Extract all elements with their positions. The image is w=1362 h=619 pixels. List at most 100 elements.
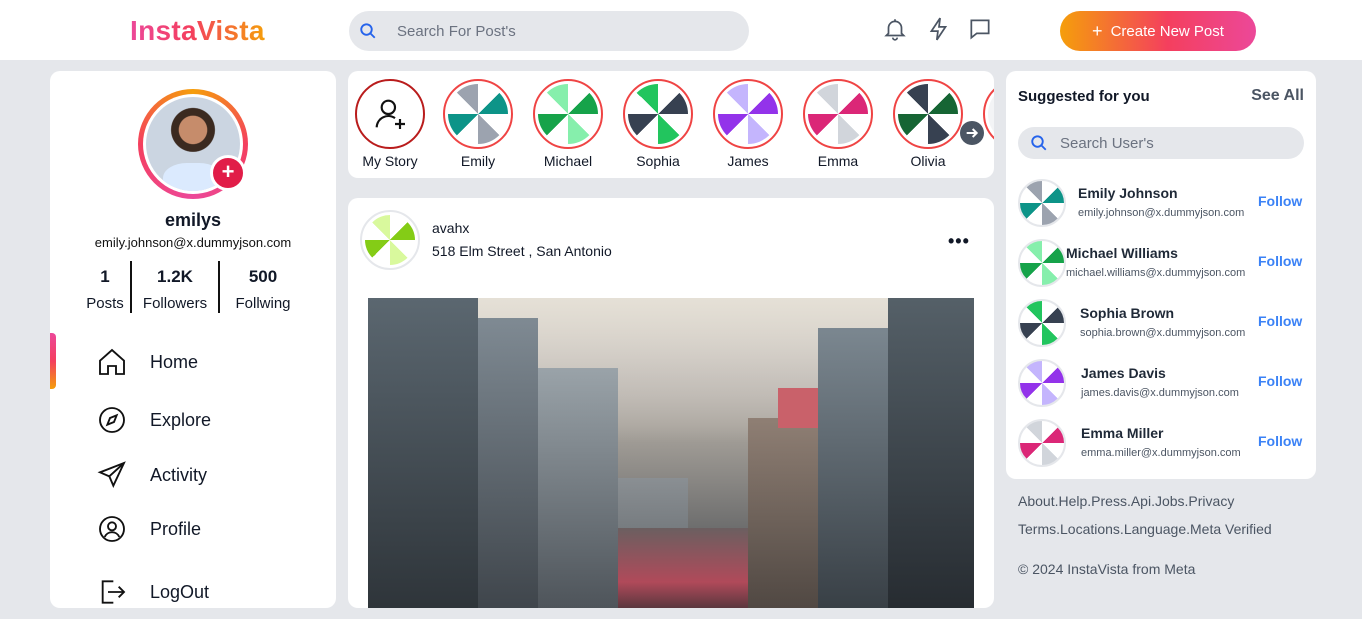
user-search-input[interactable]: [1060, 134, 1290, 152]
profile-sidebar: + emilys emily.johnson@x.dummyjson.com 1…: [50, 71, 336, 608]
follow-button[interactable]: Follow: [1258, 433, 1302, 449]
active-nav-indicator: [50, 333, 56, 389]
suggestions-title: Suggested for you: [1018, 88, 1150, 105]
profile-username: emilys: [164, 210, 222, 230]
suggested-user-email: james.davis@x.dummyjson.com: [1081, 387, 1239, 399]
post-search-input[interactable]: [397, 22, 717, 40]
follow-button[interactable]: Follow: [1258, 253, 1302, 269]
add-story-ring: [355, 79, 425, 149]
nav-label: Home: [150, 351, 199, 372]
create-new-post-label: Create New Post: [1110, 22, 1224, 40]
post-username[interactable]: avahx: [432, 220, 469, 236]
suggested-user-row: Emma Miller emma.miller@x.dummyjson.com …: [1018, 419, 1308, 469]
nav-item-logout[interactable]: LogOut: [96, 575, 209, 608]
story-name: Michael: [543, 153, 593, 169]
post-author-avatar[interactable]: [360, 210, 420, 270]
nav-label: Profile: [150, 518, 202, 539]
follow-button[interactable]: Follow: [1258, 313, 1302, 329]
follow-button[interactable]: Follow: [1258, 193, 1302, 209]
suggested-user-name[interactable]: Sophia Brown: [1080, 305, 1174, 321]
story-name: James: [727, 153, 769, 169]
story-avatar: [898, 84, 958, 144]
suggestions-panel: Suggested for you See All Emily Johnson …: [1006, 71, 1316, 479]
suggested-user-name[interactable]: Emily Johnson: [1078, 185, 1178, 201]
stat-value: 500: [248, 267, 278, 286]
story-my-story[interactable]: My Story: [354, 79, 426, 169]
search-icon: [1031, 135, 1047, 151]
nav-item-explore[interactable]: Explore: [96, 403, 211, 437]
home-icon: [99, 348, 125, 375]
story-sophia[interactable]: Sophia: [622, 79, 694, 169]
suggested-user-row: James Davis james.davis@x.dummyjson.com …: [1018, 359, 1308, 409]
suggested-user-email: sophia.brown@x.dummyjson.com: [1080, 327, 1246, 339]
suggested-user-row: Michael Williams michael.williams@x.dumm…: [1018, 239, 1308, 289]
plus-icon: +: [1092, 20, 1103, 41]
suggested-user-name[interactable]: James Davis: [1081, 365, 1166, 381]
story-partial[interactable]: A: [982, 79, 994, 169]
post-search-bar[interactable]: [349, 11, 749, 51]
story-name: Emily: [460, 153, 496, 169]
story-name: My Story: [362, 153, 418, 169]
suggested-user-avatar[interactable]: [1018, 419, 1066, 467]
stat-posts[interactable]: 1 Posts: [80, 261, 130, 313]
story-olivia[interactable]: Olivia: [892, 79, 964, 169]
stat-following[interactable]: 500 Follwing: [218, 261, 306, 313]
stat-followers[interactable]: 1.2K Followers: [130, 261, 218, 313]
stories-bar: My Story Emily Michael Sophia James Emma…: [348, 71, 994, 178]
suggested-user-name[interactable]: Michael Williams: [1066, 245, 1178, 261]
footer-links-row-2[interactable]: Terms.Locations.Language.Meta Verified: [1018, 521, 1272, 537]
suggested-user-email: michael.williams@x.dummyjson.com: [1066, 267, 1246, 279]
feed-post: avahx 518 Elm Street , San Antonio •••: [348, 198, 994, 608]
suggested-user-avatar[interactable]: [1018, 299, 1066, 347]
nav-item-home[interactable]: Home: [96, 345, 198, 379]
story-avatar: [988, 84, 994, 144]
post-more-options-button[interactable]: •••: [948, 231, 970, 252]
nav-item-profile[interactable]: Profile: [96, 512, 201, 546]
arrow-right-icon: [966, 128, 979, 138]
suggested-user-avatar[interactable]: [1018, 239, 1066, 287]
story-name: Sophia: [636, 153, 680, 169]
story-avatar: [808, 84, 868, 144]
app-logo[interactable]: InstaVista: [130, 15, 265, 47]
suggested-user-email: emily.johnson@x.dummyjson.com: [1078, 207, 1245, 219]
copyright-text: © 2024 InstaVista from Meta: [1018, 561, 1196, 577]
follow-button[interactable]: Follow: [1258, 373, 1302, 389]
stat-label: Follwing: [235, 295, 291, 312]
story-avatar: [448, 84, 508, 144]
add-story-button[interactable]: +: [210, 155, 246, 191]
bolt-icon[interactable]: [926, 16, 952, 42]
search-icon: [360, 23, 376, 39]
bell-icon[interactable]: [882, 16, 908, 42]
stat-label: Followers: [142, 295, 208, 312]
create-new-post-button[interactable]: + Create New Post: [1060, 11, 1256, 51]
story-avatar: [718, 84, 778, 144]
story-james[interactable]: James: [712, 79, 784, 169]
story-michael[interactable]: Michael: [532, 79, 604, 169]
stories-next-button[interactable]: [960, 121, 984, 145]
post-location: 518 Elm Street , San Antonio: [432, 243, 612, 259]
suggested-user-row: Sophia Brown sophia.brown@x.dummyjson.co…: [1018, 299, 1308, 349]
suggested-user-avatar[interactable]: [1018, 179, 1066, 227]
story-name: Olivia: [910, 153, 946, 169]
story-avatar: [538, 84, 598, 144]
suggested-user-avatar[interactable]: [1018, 359, 1066, 407]
send-icon: [97, 461, 126, 488]
chat-icon[interactable]: [967, 16, 993, 42]
see-all-link[interactable]: See All: [1251, 87, 1304, 105]
suggested-user-row: Emily Johnson emily.johnson@x.dummyjson.…: [1018, 179, 1308, 229]
user-search-bar[interactable]: [1018, 127, 1304, 159]
footer-links-row-1[interactable]: About.Help.Press.Api.Jobs.Privacy: [1018, 493, 1234, 509]
story-emma[interactable]: Emma: [802, 79, 874, 169]
logout-icon: [101, 580, 126, 604]
post-image[interactable]: [368, 298, 974, 608]
nav-label: Activity: [150, 464, 208, 485]
story-emily[interactable]: Emily: [442, 79, 514, 169]
profile-stats: 1 Posts 1.2K Followers 500 Follwing: [80, 261, 306, 313]
add-user-icon: [375, 99, 405, 129]
compass-icon: [99, 407, 125, 433]
stat-label: Posts: [86, 295, 124, 312]
suggested-user-name[interactable]: Emma Miller: [1081, 425, 1163, 441]
nav-item-activity[interactable]: Activity: [96, 458, 207, 492]
post-author-pic: [365, 215, 415, 265]
stat-value: 1: [100, 267, 110, 286]
